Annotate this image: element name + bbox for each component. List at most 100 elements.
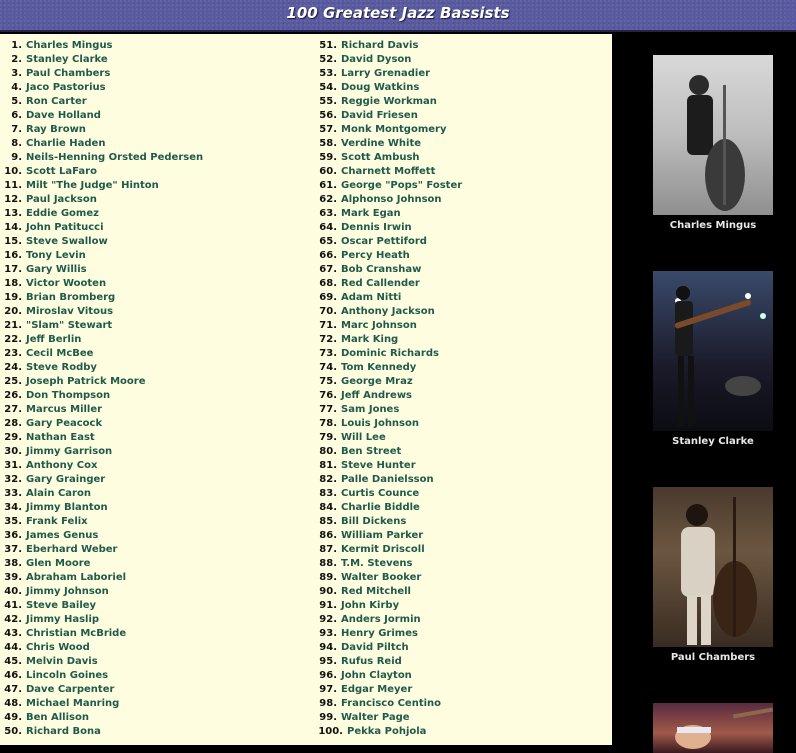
list-item: 78. Louis Johnson bbox=[305, 417, 612, 431]
rank-number: 48. bbox=[4, 698, 22, 709]
bassist-name: Christian McBride bbox=[26, 628, 127, 639]
list-item: 13. Eddie Gomez bbox=[0, 207, 305, 221]
bassist-name: Nathan East bbox=[26, 432, 95, 443]
rank-number: 9. bbox=[11, 152, 22, 163]
bassist-name: Ron Carter bbox=[26, 96, 87, 107]
rank-number: 96. bbox=[319, 670, 337, 681]
bassist-name: Doug Watkins bbox=[341, 82, 420, 93]
list-item: 23. Cecil McBee bbox=[0, 347, 305, 361]
list-item: 54. Doug Watkins bbox=[305, 81, 612, 95]
bassist-name: Joseph Patrick Moore bbox=[26, 376, 146, 387]
rank-number: 93. bbox=[319, 628, 337, 639]
list-item: 29. Nathan East bbox=[0, 431, 305, 445]
rank-number: 73. bbox=[319, 348, 337, 359]
list-item: 73. Dominic Richards bbox=[305, 347, 612, 361]
rank-number: 15. bbox=[4, 236, 22, 247]
rank-number: 71. bbox=[319, 320, 337, 331]
list-item: 94. David Piltch bbox=[305, 641, 612, 655]
rank-number: 43. bbox=[4, 628, 22, 639]
bassist-name: Chris Wood bbox=[26, 642, 90, 653]
list-item: 66. Percy Heath bbox=[305, 249, 612, 263]
rank-number: 10. bbox=[4, 166, 22, 177]
bassist-name: Jimmy Johnson bbox=[26, 586, 109, 597]
list-item: 34. Jimmy Blanton bbox=[0, 501, 305, 515]
rank-number: 2. bbox=[11, 54, 22, 65]
bassist-name: Alain Caron bbox=[26, 488, 91, 499]
rank-number: 34. bbox=[4, 502, 22, 513]
rank-number: 69. bbox=[319, 292, 337, 303]
bassist-name: James Genus bbox=[26, 530, 99, 541]
rank-number: 40. bbox=[4, 586, 22, 597]
list-item: 30. Jimmy Garrison bbox=[0, 445, 305, 459]
bassist-name: Steve Bailey bbox=[26, 600, 97, 611]
list-item: 39. Abraham Laboriel bbox=[0, 571, 305, 585]
bassist-name: Ben Street bbox=[341, 446, 402, 457]
list-item: 45. Melvin Davis bbox=[0, 655, 305, 669]
list-item: 59. Scott Ambush bbox=[305, 151, 612, 165]
bassist-name: Richard Davis bbox=[341, 40, 419, 51]
rank-number: 50. bbox=[4, 726, 22, 737]
rank-number: 39. bbox=[4, 572, 22, 583]
list-item: 60. Charnett Moffett bbox=[305, 165, 612, 179]
rank-number: 27. bbox=[4, 404, 22, 415]
bassist-name: Cecil McBee bbox=[26, 348, 94, 359]
list-item: 50. Richard Bona bbox=[0, 725, 305, 739]
bassist-name: Jimmy Garrison bbox=[26, 446, 113, 457]
list-item: 10. Scott LaFaro bbox=[0, 165, 305, 179]
list-item: 19. Brian Bromberg bbox=[0, 291, 305, 305]
list-item: 86. William Parker bbox=[305, 529, 612, 543]
bassist-name: David Friesen bbox=[341, 110, 418, 121]
list-item: 43. Christian McBride bbox=[0, 627, 305, 641]
rank-number: 86. bbox=[319, 530, 337, 541]
list-item: 68. Red Callender bbox=[305, 277, 612, 291]
rank-number: 20. bbox=[4, 306, 22, 317]
bassist-name: Mark Egan bbox=[341, 208, 401, 219]
list-item: 7. Ray Brown bbox=[0, 123, 305, 137]
list-item: 26. Don Thompson bbox=[0, 389, 305, 403]
rank-number: 63. bbox=[319, 208, 337, 219]
rank-number: 62. bbox=[319, 194, 337, 205]
rank-number: 84. bbox=[319, 502, 337, 513]
bassist-name: Miroslav Vitous bbox=[26, 306, 114, 317]
rank-number: 49. bbox=[4, 712, 22, 723]
bassist-name: Alphonso Johnson bbox=[341, 194, 442, 205]
bassist-name: Scott LaFaro bbox=[26, 166, 97, 177]
bassist-name: Palle Danielsson bbox=[341, 474, 434, 485]
bassist-name: Michael Manring bbox=[26, 698, 120, 709]
rank-number: 92. bbox=[319, 614, 337, 625]
rank-number: 35. bbox=[4, 516, 22, 527]
rank-number: 29. bbox=[4, 432, 22, 443]
bassist-name: Eddie Gomez bbox=[26, 208, 99, 219]
rank-number: 77. bbox=[319, 404, 337, 415]
rank-number: 80. bbox=[319, 446, 337, 457]
rank-number: 52. bbox=[319, 54, 337, 65]
photo-column: Charles Mingus Stanley Clarke Paul Chamb… bbox=[612, 34, 796, 753]
bassist-name: Red Callender bbox=[341, 278, 420, 289]
rank-number: 82. bbox=[319, 474, 337, 485]
photo-caption: Stanley Clarke bbox=[672, 436, 754, 447]
rank-number: 87. bbox=[319, 544, 337, 555]
list-item: 49. Ben Allison bbox=[0, 711, 305, 725]
bassist-name: Verdine White bbox=[341, 138, 422, 149]
list-item: 71. Marc Johnson bbox=[305, 319, 612, 333]
list-item: 100. Pekka Pohjola bbox=[305, 725, 612, 739]
rank-number: 14. bbox=[4, 222, 22, 233]
list-item: 42. Jimmy Haslip bbox=[0, 613, 305, 627]
bassist-name: Neils-Henning Orsted Pedersen bbox=[26, 152, 204, 163]
bassist-name: Red Mitchell bbox=[341, 586, 411, 597]
bassist-name: Frank Felix bbox=[26, 516, 88, 527]
rank-number: 83. bbox=[319, 488, 337, 499]
rank-number: 6. bbox=[11, 110, 22, 121]
bassist-name: Gary Willis bbox=[26, 264, 87, 275]
bassist-name: Abraham Laboriel bbox=[26, 572, 127, 583]
bassist-name: Jimmy Haslip bbox=[26, 614, 100, 625]
rank-number: 89. bbox=[319, 572, 337, 583]
list-item: 16. Tony Levin bbox=[0, 249, 305, 263]
list-item: 99. Walter Page bbox=[305, 711, 612, 725]
rank-number: 21. bbox=[4, 320, 22, 331]
rank-number: 78. bbox=[319, 418, 337, 429]
rank-number: 60. bbox=[319, 166, 337, 177]
rank-number: 75. bbox=[319, 376, 337, 387]
list-item: 14. John Patitucci bbox=[0, 221, 305, 235]
list-item: 77. Sam Jones bbox=[305, 403, 612, 417]
